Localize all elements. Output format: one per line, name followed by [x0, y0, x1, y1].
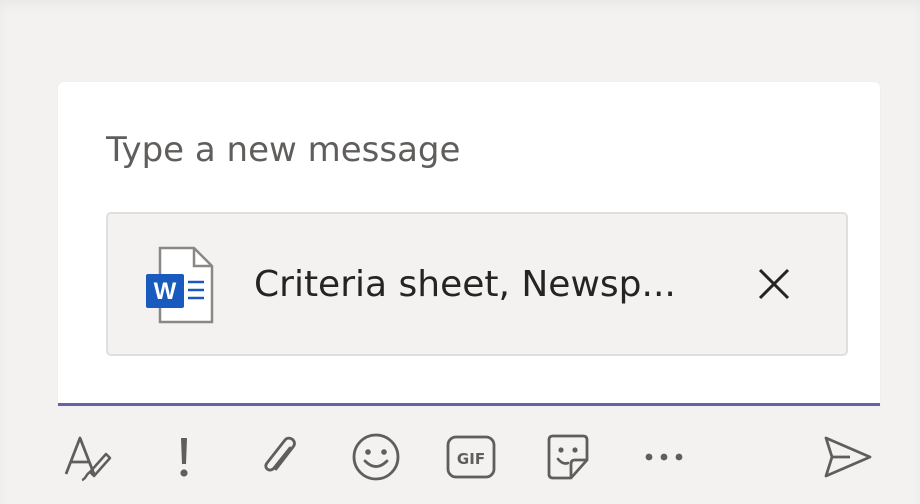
- emoji-icon: [352, 433, 400, 481]
- sticker-button[interactable]: [541, 430, 595, 484]
- remove-attachment-button[interactable]: [754, 264, 794, 304]
- format-button[interactable]: [60, 430, 114, 484]
- important-button[interactable]: [157, 430, 211, 484]
- message-input[interactable]: [106, 126, 826, 174]
- format-icon: [64, 436, 112, 482]
- word-document-icon: W: [146, 246, 214, 324]
- send-button[interactable]: [820, 430, 874, 484]
- gif-icon: GIF: [446, 435, 496, 479]
- more-options-icon: [645, 453, 683, 461]
- compose-toolbar: GIF: [0, 414, 920, 504]
- send-icon: [824, 436, 872, 478]
- attachment-name: Criteria sheet, Newsp...: [254, 264, 676, 305]
- svg-text:W: W: [154, 278, 177, 305]
- exclamation-icon: [180, 438, 188, 477]
- compose-box: W Criteria sheet, Newsp...: [58, 82, 880, 406]
- attachment-card[interactable]: W Criteria sheet, Newsp...: [106, 212, 848, 356]
- close-icon: [758, 268, 790, 300]
- gif-button[interactable]: GIF: [444, 430, 498, 484]
- svg-text:GIF: GIF: [457, 450, 485, 468]
- attach-button[interactable]: [254, 430, 308, 484]
- paperclip-icon: [264, 436, 296, 472]
- more-options-button[interactable]: [637, 430, 691, 484]
- emoji-button[interactable]: [349, 430, 403, 484]
- sticker-icon: [547, 434, 589, 480]
